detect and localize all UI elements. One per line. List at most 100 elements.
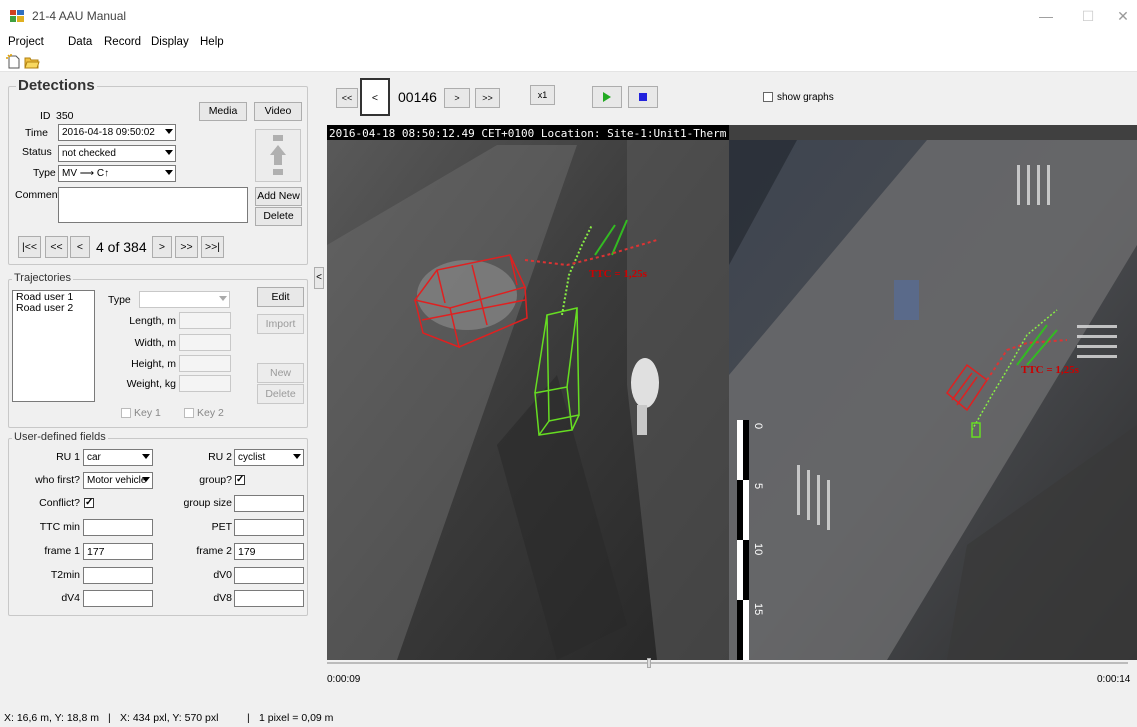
key2-checkbox[interactable] [184, 408, 194, 418]
dv8-label: dV8 [213, 592, 232, 604]
prev-fast-detection-button[interactable]: << [45, 236, 68, 258]
play-button[interactable] [592, 86, 622, 108]
chevron-down-icon [165, 129, 173, 134]
weight-label: Weight, kg [126, 378, 176, 390]
timeline-thumb[interactable] [647, 658, 652, 668]
last-detection-button[interactable]: >>| [201, 236, 224, 258]
app-icon [10, 10, 24, 22]
scale-segment [743, 480, 749, 540]
menu-data[interactable]: Data [68, 36, 92, 48]
collapse-panel-button[interactable]: < [314, 267, 324, 289]
prev-frame-button[interactable]: < [360, 78, 390, 116]
status-bar: X: 16,6 m, Y: 18,8 m | X: 434 pxl, Y: 57… [0, 712, 1137, 727]
group-checkbox[interactable]: ✓ [235, 475, 245, 485]
traj-type-select[interactable] [139, 291, 230, 308]
weight-field[interactable] [179, 375, 231, 392]
ttc-label-aerial: TTC = 1,25s [1021, 364, 1080, 376]
time-picker[interactable]: 2016-04-18 09:50:02 [58, 124, 176, 141]
who-first-select[interactable]: Motor vehicle [83, 472, 153, 489]
aerial-bus [894, 280, 919, 320]
t2min-field[interactable] [83, 567, 153, 584]
ttc-label-thermal: TTC = 1,25s [589, 268, 648, 280]
scale-segment [737, 540, 743, 600]
pixel-coords: X: 434 pxl, Y: 570 pxl [120, 712, 219, 724]
length-field[interactable] [179, 312, 231, 329]
timeline-start: 0:00:09 [327, 674, 361, 685]
show-graphs-checkbox[interactable] [763, 92, 773, 102]
status-select[interactable]: not checked [58, 145, 176, 162]
menu-help[interactable]: Help [200, 36, 224, 48]
forward-button[interactable]: >> [475, 88, 500, 108]
video-overlay-text: 2016-04-18 08:50:12.49 CET+0100 Location… [329, 127, 727, 140]
open-folder-icon[interactable] [24, 54, 40, 70]
frame2-field[interactable]: 179 [234, 543, 304, 560]
group-size-label: group size [183, 497, 232, 509]
frame1-label: frame 1 [44, 545, 80, 557]
status-label: Status [22, 146, 52, 158]
media-button[interactable]: Media [199, 102, 247, 121]
status-sep: | [247, 712, 250, 724]
group-size-field[interactable] [234, 495, 304, 512]
frame1-field[interactable]: 177 [83, 543, 153, 560]
pedestrian-legs [637, 405, 647, 435]
timeline-track[interactable] [327, 662, 1128, 664]
new-trajectory-button[interactable]: New [257, 363, 304, 383]
maximize-button[interactable]: ☐ [1078, 6, 1098, 26]
list-item[interactable]: Road user 2 [16, 303, 91, 314]
comment-label: Comment [15, 189, 61, 201]
pet-field[interactable] [234, 519, 304, 536]
show-graphs-label: show graphs [777, 92, 834, 103]
next-frame-button[interactable]: > [444, 88, 470, 108]
menu-record[interactable]: Record [104, 36, 141, 48]
length-label: Length, m [129, 315, 176, 327]
edit-button[interactable]: Edit [257, 287, 304, 307]
scale-tick-10: 10 [752, 543, 764, 555]
chevron-down-icon [219, 296, 227, 301]
import-button[interactable]: Import [257, 314, 304, 334]
first-detection-button[interactable]: |<< [18, 236, 41, 258]
video-scene: TTC = 1,25s TTC = 1,25s 0 5 10 15 2016-0… [327, 125, 1137, 660]
dv0-field[interactable] [234, 567, 304, 584]
ttc-min-field[interactable] [83, 519, 153, 536]
chevron-down-icon [142, 454, 150, 459]
id-label: ID [40, 110, 51, 122]
height-field[interactable] [179, 355, 231, 372]
next-detection-button[interactable]: > [152, 236, 172, 258]
traj-type-label: Type [108, 294, 131, 306]
minimize-button[interactable]: — [1036, 6, 1056, 26]
width-field[interactable] [179, 334, 231, 351]
stop-button[interactable] [628, 86, 658, 108]
menu-display[interactable]: Display [151, 36, 189, 48]
ru2-select[interactable]: cyclist [234, 449, 304, 466]
chevron-down-icon [293, 454, 301, 459]
type-select[interactable]: MV ⟶ C↑ [58, 165, 176, 182]
video-button[interactable]: Video [254, 102, 302, 121]
ru2-label: RU 2 [208, 451, 232, 463]
add-new-button[interactable]: Add New [255, 187, 302, 206]
dv4-field[interactable] [83, 590, 153, 607]
speed-button[interactable]: x1 [530, 85, 555, 105]
move-up-button[interactable] [255, 129, 301, 182]
prev-detection-button[interactable]: < [70, 236, 90, 258]
conflict-checkbox[interactable]: ✓ [84, 498, 94, 508]
dv0-label: dV0 [213, 569, 232, 581]
trajectory-list[interactable]: Road user 1 Road user 2 [12, 290, 95, 402]
close-button[interactable]: ✕ [1113, 6, 1133, 26]
frame-counter: 00146 [398, 89, 437, 105]
menu-project[interactable]: Project [8, 36, 44, 48]
window-title: 21-4 AAU Manual [32, 9, 127, 23]
comment-field[interactable] [58, 187, 248, 223]
new-file-icon[interactable] [6, 54, 22, 70]
delete-detection-button[interactable]: Delete [255, 207, 302, 226]
rewind-button[interactable]: << [336, 88, 358, 108]
scale-tick-0: 0 [752, 423, 764, 429]
next-fast-detection-button[interactable]: >> [175, 236, 198, 258]
video-frame[interactable]: TTC = 1,25s TTC = 1,25s 0 5 10 15 2016-0… [327, 125, 1137, 660]
width-label: Width, m [134, 337, 176, 349]
delete-trajectory-button[interactable]: Delete [257, 384, 304, 404]
key1-checkbox[interactable] [121, 408, 131, 418]
dv8-field[interactable] [234, 590, 304, 607]
ru1-select[interactable]: car [83, 449, 153, 466]
ru2-value: cyclist [238, 452, 266, 463]
pixel-scale: 1 pixel = 0,09 m [259, 712, 334, 724]
